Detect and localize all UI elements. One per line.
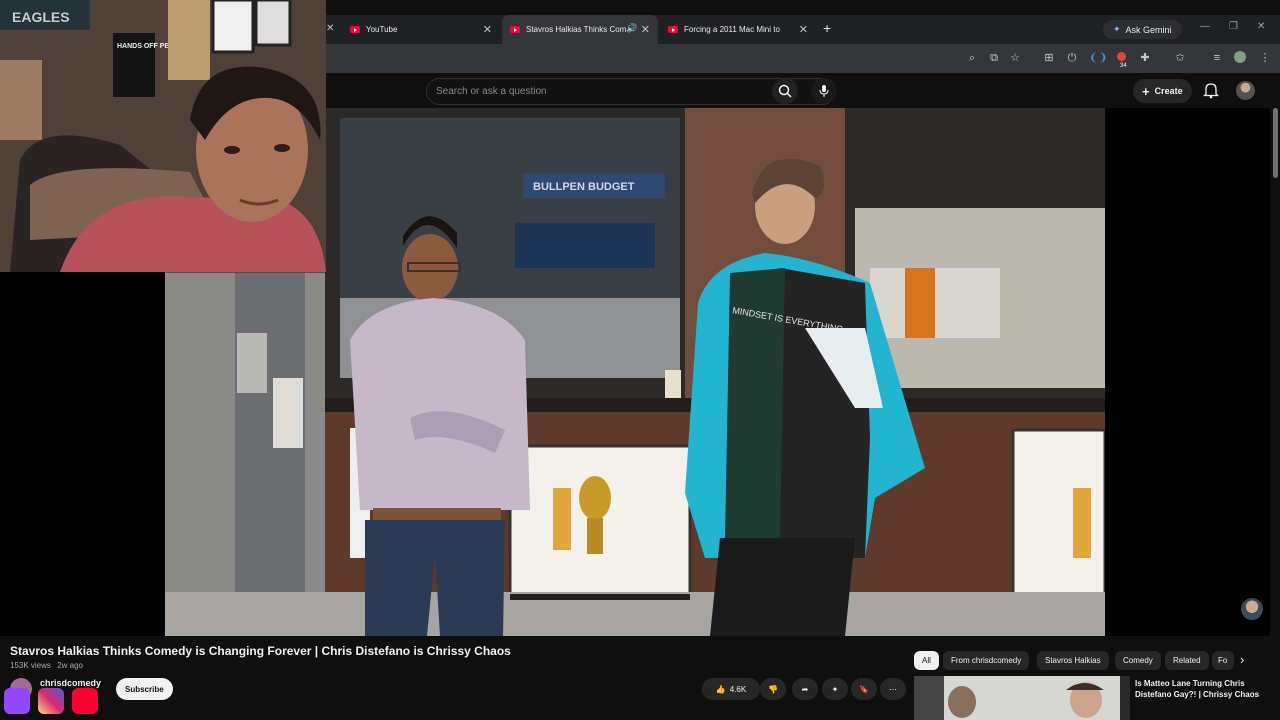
chip-related[interactable]: Related <box>1165 651 1209 670</box>
tab-close-icon[interactable]: ✕ <box>641 23 650 36</box>
webcam-sign-text: EAGLES <box>12 9 70 25</box>
dislike-button[interactable]: 👎 <box>760 678 786 700</box>
tab-close-icon[interactable]: ✕ <box>483 23 492 36</box>
install-app-icon[interactable]: ⧉ <box>987 51 1001 65</box>
webcam-feed: EAGLES HANDS OFF PBS & NPR <box>0 0 326 272</box>
wave-extension-icon[interactable]: ❨❩ <box>1089 51 1107 65</box>
voice-search-button[interactable] <box>811 78 837 104</box>
menu-dots-icon[interactable]: ⋮ <box>1258 51 1272 65</box>
recommended-thumbnail-image <box>914 676 1130 720</box>
chip-from-channel[interactable]: From chrisdcomedy <box>943 651 1030 670</box>
tab-title: Stavros Halkias Thinks Comedy <box>526 25 626 34</box>
youtube-favicon-icon <box>668 26 678 33</box>
video-meta: 153K views 2w ago <box>10 661 83 670</box>
creator-watermark-avatar[interactable] <box>1241 598 1263 620</box>
profile-avatar-icon[interactable] <box>1233 51 1247 65</box>
tab-close-icon[interactable]: ✕ <box>326 23 334 34</box>
view-count: 153K views <box>10 661 51 670</box>
webcam-overlay: EAGLES HANDS OFF PBS & NPR <box>0 0 326 272</box>
youtube-header: Search or ask a question + Create <box>326 73 1280 108</box>
media-controls-icon[interactable]: ≡ <box>1210 51 1224 65</box>
thumbs-up-icon: 👍 <box>715 684 726 694</box>
recommended-title[interactable]: Is Matteo Lane Turning Chris Distefano G… <box>1135 678 1265 700</box>
record-extension-icon[interactable]: 34 <box>1114 51 1128 69</box>
scene-sign-text: BULLPEN BUDGET <box>533 181 635 193</box>
restore-icon[interactable]: ❐ <box>1229 21 1238 32</box>
channel-name[interactable]: chrisdcomedy <box>40 678 101 688</box>
like-count: 4.6K <box>729 684 747 694</box>
player-letterbox-left <box>0 272 165 636</box>
ask-ai-button[interactable]: ✦ <box>822 678 848 700</box>
puzzle-extensions-icon[interactable]: ✚ <box>1138 51 1152 65</box>
ask-gemini-button[interactable]: ✦ Ask Gemini <box>1103 20 1182 39</box>
bookmark-star-icon[interactable]: ☆ <box>1008 51 1022 65</box>
youtube-logo-icon <box>72 688 98 714</box>
extension-icon[interactable]: ⊞ <box>1042 51 1056 65</box>
extension-badge: 34 <box>1120 63 1127 69</box>
chip-comedy[interactable]: Comedy <box>1115 651 1161 670</box>
tab-close-icon[interactable]: ✕ <box>799 23 808 36</box>
ask-gemini-label: Ask Gemini <box>1125 24 1172 35</box>
subscribe-button[interactable]: Subscribe <box>116 678 173 700</box>
save-button[interactable]: 🔖 <box>851 678 877 700</box>
player-letterbox-right <box>1105 108 1270 636</box>
bookmark-icon: 🔖 <box>859 684 869 694</box>
chips-next-chevron-icon[interactable]: › <box>1240 652 1244 667</box>
instagram-icon <box>38 688 64 714</box>
youtube-favicon-icon <box>510 26 520 33</box>
search-button[interactable] <box>772 78 798 104</box>
upload-age: 2w ago <box>57 661 83 670</box>
twitch-icon <box>4 688 30 714</box>
tab-youtube[interactable]: YouTube ✕ <box>342 15 500 44</box>
zoom-icon[interactable]: ⌕ <box>965 51 979 65</box>
power-icon[interactable]: ⏻ <box>1065 51 1079 65</box>
sparkle-icon: ✦ <box>831 684 839 694</box>
video-title: Stavros Halkias Thinks Comedy is Changin… <box>10 644 511 658</box>
like-button[interactable]: 👍 4.6K <box>702 678 760 700</box>
recommended-thumbnail[interactable] <box>914 676 1130 720</box>
video-info-area: Stavros Halkias Thinks Comedy is Changin… <box>0 636 1280 720</box>
tab-title: Forcing a 2011 Mac Mini to <box>684 25 780 34</box>
more-actions-button[interactable]: ⋯ <box>880 678 906 700</box>
minimize-icon[interactable]: — <box>1200 21 1210 32</box>
tab-mac-mini[interactable]: Forcing a 2011 Mac Mini to ✕ <box>660 15 816 44</box>
account-avatar[interactable] <box>1236 81 1255 100</box>
window-close-icon[interactable]: ✕ <box>1257 21 1265 32</box>
chip-stavros[interactable]: Stavros Halkias <box>1037 651 1109 670</box>
favorites-icon[interactable]: ✩ <box>1173 51 1187 65</box>
chip-truncated[interactable]: Fo <box>1212 651 1234 670</box>
youtube-favicon-icon <box>350 26 360 33</box>
new-tab-button[interactable]: + <box>823 20 831 36</box>
chip-all[interactable]: All <box>914 651 939 670</box>
speaker-icon[interactable]: 🔊 <box>626 23 637 34</box>
tab-title: YouTube <box>366 25 398 34</box>
gemini-sparkle-icon: ✦ <box>1113 24 1121 34</box>
search-icon <box>778 84 792 98</box>
create-button[interactable]: + Create <box>1133 79 1192 103</box>
share-button[interactable]: ➦ <box>792 678 818 700</box>
tab-stavros[interactable]: Stavros Halkias Thinks Comedy 🔊 ✕ <box>502 15 658 44</box>
plus-icon: + <box>1142 83 1150 99</box>
scrollbar-thumb[interactable] <box>1273 108 1278 178</box>
create-label: Create <box>1154 86 1183 96</box>
notifications-bell-icon[interactable] <box>1203 81 1219 99</box>
thumbs-down-icon: 👎 <box>768 684 778 694</box>
page-scrollbar[interactable] <box>1271 108 1280 720</box>
share-arrow-icon: ➦ <box>801 684 809 694</box>
microphone-icon <box>819 85 829 97</box>
more-dots-icon: ⋯ <box>889 684 897 694</box>
